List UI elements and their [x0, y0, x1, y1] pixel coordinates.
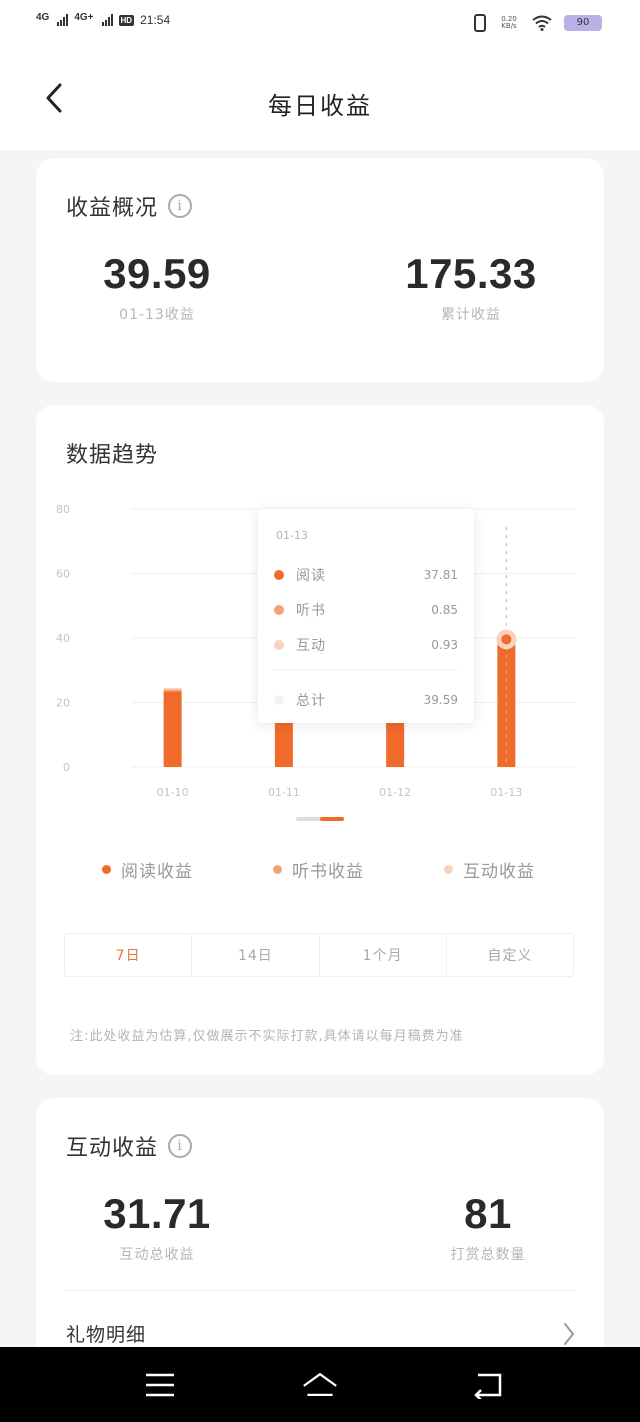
chart-tooltip: 01-13 阅读 37.81 听书 0.85 互动 0.93 总计 39.59	[258, 509, 474, 723]
tip-count-label: 打赏总数量	[450, 1247, 526, 1263]
tip-count: 81 打赏总数量	[368, 1190, 608, 1264]
interaction-total-label: 互动总收益	[119, 1247, 195, 1263]
legend-dot-reading	[102, 865, 111, 874]
system-nav-bar	[0, 1347, 640, 1422]
signal-icon	[57, 14, 69, 26]
status-left: 4G 4G+ HD 21:54	[36, 12, 171, 28]
tooltip-dot-total	[274, 695, 284, 705]
info-icon[interactable]: i	[168, 194, 193, 218]
tooltip-dot-reading	[274, 570, 284, 580]
signal-icon-2	[101, 14, 113, 26]
gift-detail-row[interactable]: 礼物明细	[66, 1320, 576, 1347]
interaction-total-value: 31.71	[103, 1190, 211, 1237]
bar-segment	[163, 691, 182, 767]
page-title: 每日收益	[268, 92, 372, 120]
total-earnings-value: 175.33	[405, 250, 537, 297]
tooltip-total-name: 总计	[296, 693, 326, 709]
tooltip-divider	[274, 669, 458, 670]
y-tick-label: 80	[56, 503, 70, 516]
menu-icon	[146, 1373, 174, 1397]
range-tabs: 7日 14日 1个月 自定义	[64, 933, 574, 977]
hd-badge: HD	[118, 14, 135, 26]
status-right: 0.20 KB/s 90	[474, 14, 602, 32]
bar-segment	[163, 689, 182, 692]
tab-14-days[interactable]: 14日	[192, 934, 320, 976]
chart-scroll-indicator[interactable]	[296, 817, 344, 821]
x-tick-label: 01-11	[268, 786, 300, 799]
x-tick-label: 01-10	[157, 786, 189, 799]
x-tick-label: 01-12	[379, 786, 411, 799]
tooltip-row-total: 总计 39.59	[274, 690, 458, 710]
gift-detail-label: 礼物明细	[66, 1324, 147, 1346]
tooltip-total-value: 39.59	[423, 693, 458, 707]
tooltip-row-name: 听书	[296, 603, 326, 619]
y-tick-label: 0	[63, 761, 70, 774]
y-tick-label: 20	[56, 697, 70, 710]
trend-card: 数据趋势 0 20 40 60 80 01-10 01-11 01-12 01-13 01-13…	[36, 405, 604, 1075]
tooltip-dot-listening	[274, 605, 284, 615]
trend-chart: 0 20 40 60 80 01-10 01-11 01-12 01-13 01-13 阅读 3…	[36, 405, 604, 825]
legend-label: 阅读收益	[121, 862, 193, 882]
tab-custom[interactable]: 自定义	[447, 934, 573, 976]
legend-dot-interaction	[444, 865, 453, 874]
info-icon[interactable]: i	[168, 1134, 193, 1158]
tooltip-row-value: 0.93	[431, 638, 458, 652]
estimate-note: 注:此处收益为估算,仅做展示不实际打款,具体请以每月稿费为准	[70, 1029, 464, 1044]
y-tick-label: 40	[56, 632, 70, 645]
tooltip-row-reading: 阅读 37.81	[274, 565, 458, 585]
status-time: 21:54	[140, 13, 171, 27]
overview-title-text: 收益概况	[66, 196, 159, 221]
tab-1-month[interactable]: 1个月	[320, 934, 447, 976]
daily-earnings-label: 01-13收益	[119, 307, 195, 323]
interaction-title: 互动收益 i	[66, 1130, 193, 1162]
home-icon	[303, 1372, 337, 1397]
total-earnings-label: 累计收益	[441, 307, 501, 323]
tab-7-days[interactable]: 7日	[65, 934, 193, 976]
network-type-2: 4G+	[74, 12, 94, 23]
total-earnings: 175.33 累计收益	[351, 250, 591, 324]
tooltip-row-value: 0.85	[431, 603, 458, 617]
vibrate-icon	[474, 14, 486, 32]
interaction-title-text: 互动收益	[66, 1136, 159, 1161]
home-button[interactable]	[302, 1369, 338, 1401]
card-divider	[64, 1290, 576, 1291]
interaction-total: 31.71 互动总收益	[37, 1190, 277, 1264]
status-bar: 4G 4G+ HD 21:54 0.20 KB/s 90	[0, 0, 640, 48]
network-type-1: 4G	[36, 12, 50, 23]
tooltip-row-name: 互动	[296, 638, 326, 654]
tooltip-row-interaction: 互动 0.93	[274, 635, 458, 655]
tooltip-row-value: 37.81	[423, 568, 458, 582]
daily-earnings: 39.59 01-13收益	[37, 250, 277, 324]
tip-count-value: 81	[464, 1190, 512, 1237]
tooltip-date: 01-13	[276, 529, 308, 542]
legend-label: 听书收益	[292, 862, 364, 882]
x-tick-label: 01-13	[490, 786, 522, 799]
battery-indicator: 90	[564, 15, 602, 31]
overview-card: 收益概况 i 39.59 01-13收益 175.33 累计收益	[36, 158, 604, 382]
legend-interaction[interactable]: 互动收益	[444, 857, 535, 882]
tooltip-row-listening: 听书 0.85	[274, 600, 458, 620]
legend-label: 互动收益	[463, 862, 535, 882]
menu-button[interactable]	[142, 1369, 178, 1401]
tooltip-row-name: 阅读	[296, 568, 326, 584]
wifi-icon	[532, 15, 552, 31]
y-tick-label: 60	[56, 568, 70, 581]
highlight-point	[501, 634, 512, 645]
legend-listening[interactable]: 听书收益	[273, 857, 364, 882]
back-nav-button[interactable]	[470, 1369, 506, 1401]
interaction-card: 互动收益 i 31.71 互动总收益 81 打赏总数量 礼物明细	[36, 1098, 604, 1368]
net-speed-unit: KB/s	[501, 22, 517, 30]
overview-title: 收益概况 i	[66, 190, 193, 222]
return-icon	[474, 1373, 502, 1399]
legend-reading[interactable]: 阅读收益	[102, 857, 193, 882]
bar-segment	[163, 687, 182, 690]
legend-dot-listening	[273, 865, 282, 874]
tooltip-dot-interaction	[274, 640, 284, 650]
chevron-right-icon	[564, 1322, 575, 1345]
daily-earnings-value: 39.59	[103, 250, 211, 297]
page-header: 每日收益	[0, 48, 640, 150]
net-speed: 0.20 KB/s	[498, 16, 520, 30]
